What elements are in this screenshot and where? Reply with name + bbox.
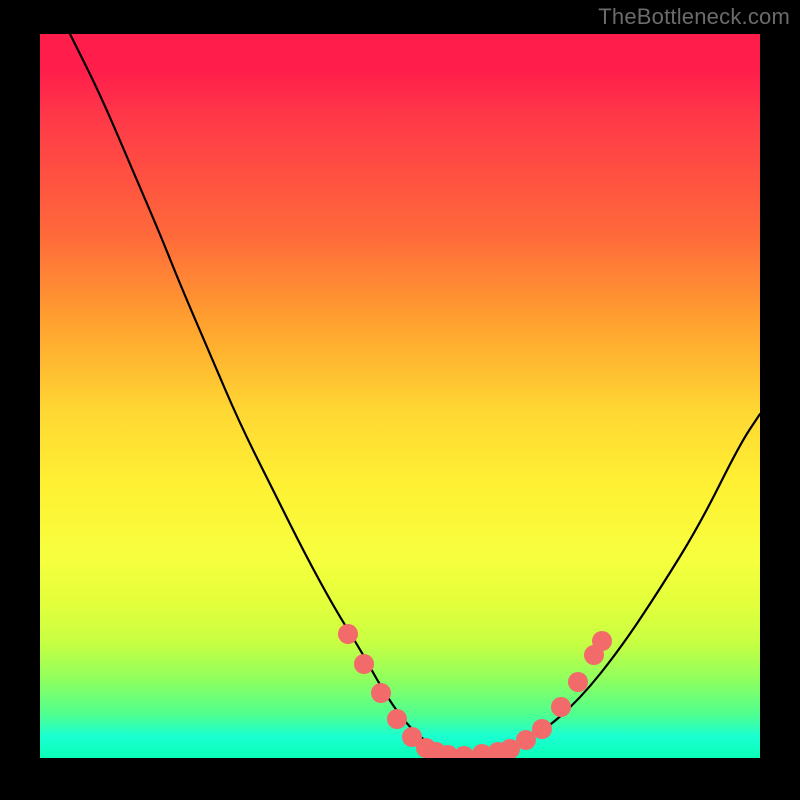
curve-marker xyxy=(551,697,571,717)
watermark-text: TheBottleneck.com xyxy=(598,4,790,30)
curve-marker xyxy=(532,719,552,739)
curve-marker xyxy=(592,631,612,651)
curve-marker xyxy=(454,746,474,758)
curve-marker xyxy=(568,672,588,692)
bottleneck-curve xyxy=(70,34,760,755)
curve-marker xyxy=(354,654,374,674)
chart-overlay xyxy=(40,34,760,758)
curve-marker xyxy=(387,709,407,729)
curve-marker xyxy=(371,683,391,703)
chart-root: TheBottleneck.com xyxy=(0,0,800,800)
curve-marker xyxy=(338,624,358,644)
plot-area xyxy=(40,34,760,758)
marker-group xyxy=(338,624,612,758)
